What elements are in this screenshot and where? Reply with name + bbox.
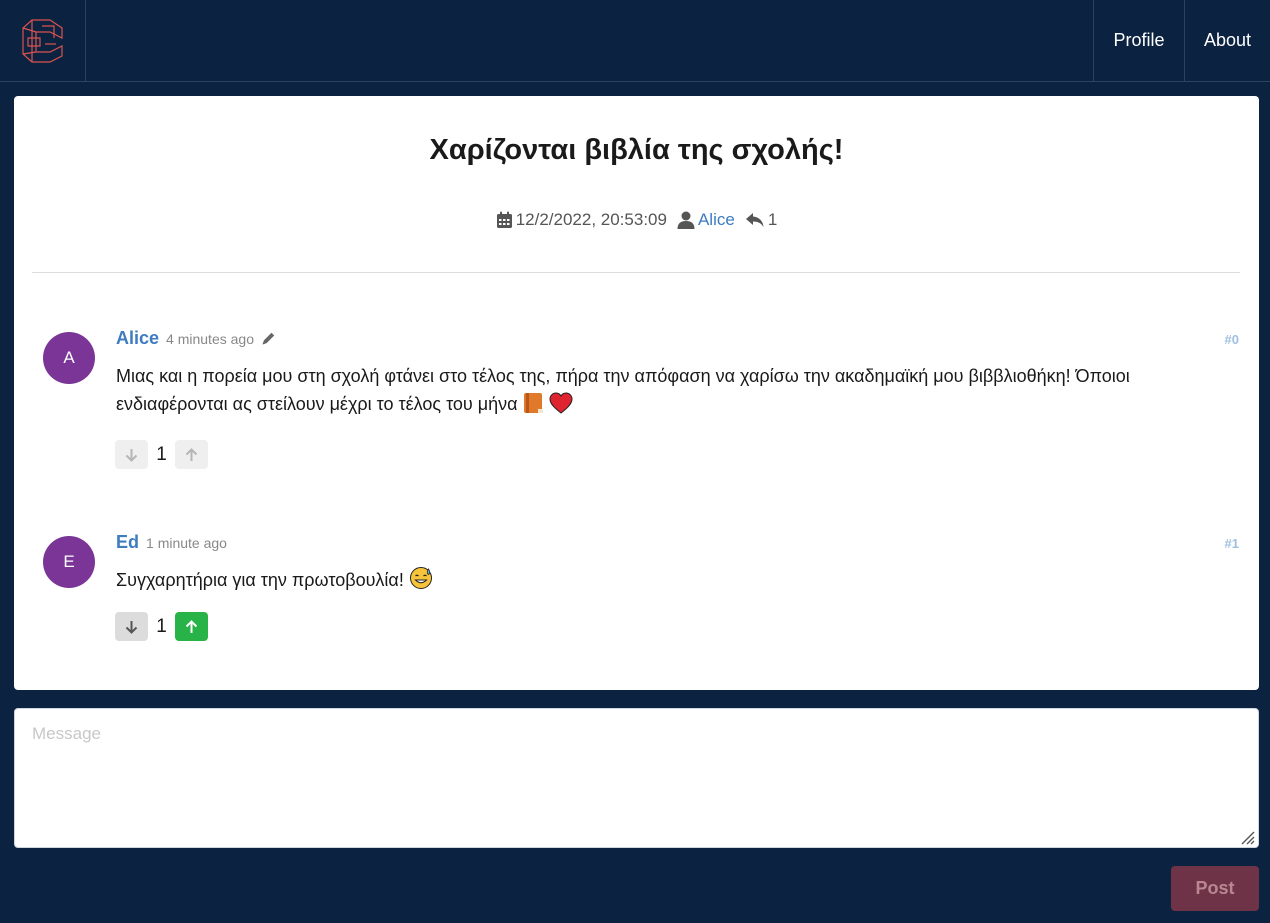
vote-score: 1	[156, 443, 167, 465]
top-nav: Profile About	[0, 0, 1270, 82]
thread-author-group: Alice	[677, 210, 735, 230]
thread-reply-count: 1	[767, 210, 778, 229]
heart-emoji	[549, 392, 573, 422]
arrow-up-icon	[185, 447, 198, 461]
reply-icon	[745, 213, 764, 227]
arrow-down-icon	[125, 620, 138, 634]
vote-score: 1	[156, 615, 167, 637]
app-logo[interactable]	[0, 0, 86, 81]
upvote-button[interactable]	[175, 612, 208, 641]
comment-author-link[interactable]: Alice	[116, 328, 159, 349]
avatar: A	[43, 332, 95, 384]
arrow-down-icon	[125, 448, 138, 462]
divider	[32, 272, 1240, 273]
nav-profile-link[interactable]: Profile	[1093, 0, 1184, 81]
logo-icon	[21, 18, 63, 63]
comment-body: Συγχαρητήρια για την πρωτοβουλία!	[116, 566, 1226, 598]
thread-date-group: 12/2/2022, 20:53:09	[496, 210, 667, 230]
comment-author-link[interactable]: Ed	[116, 532, 139, 553]
comment-timestamp: 4 minutes ago	[166, 331, 254, 347]
comment-permalink[interactable]: #0	[1225, 332, 1239, 347]
nav-about-link[interactable]: About	[1184, 0, 1270, 81]
resize-grip-icon[interactable]	[1238, 828, 1256, 846]
comment-timestamp: 1 minute ago	[146, 535, 227, 551]
calendar-icon	[496, 211, 512, 228]
thread-date: 12/2/2022, 20:53:09	[515, 210, 667, 229]
pencil-icon	[261, 331, 276, 351]
vote-controls: 1	[115, 440, 208, 469]
comment-permalink[interactable]: #1	[1225, 536, 1239, 551]
post-button[interactable]: Post	[1171, 866, 1259, 911]
comment-body: Μιας και η πορεία μου στη σχολή φτάνει σ…	[116, 362, 1226, 422]
comment-text: Συγχαρητήρια για την πρωτοβουλία!	[116, 570, 404, 590]
avatar: E	[43, 536, 95, 588]
downvote-button[interactable]	[115, 612, 148, 641]
thread-author-link[interactable]: Alice	[698, 210, 735, 230]
upvote-button[interactable]	[175, 440, 208, 469]
comment-text: Μιας και η πορεία μου στη σχολή φτάνει σ…	[116, 366, 1130, 414]
thread-meta: 12/2/2022, 20:53:09 Alice 1	[14, 210, 1259, 230]
user-icon	[677, 211, 695, 229]
arrow-up-icon	[185, 619, 198, 633]
thread-title: Χαρίζονται βιβλία της σχολής!	[429, 134, 844, 166]
downvote-button[interactable]	[115, 440, 148, 469]
thread-replies-group: 1	[745, 210, 777, 230]
message-input[interactable]	[14, 708, 1259, 848]
thread-card: Χαρίζονται βιβλία της σχολής! 12/2/2022,…	[14, 96, 1259, 690]
book-emoji	[523, 392, 544, 422]
comment-header: Ed 1 minute ago	[116, 532, 227, 553]
comment-header: Alice 4 minutes ago	[116, 328, 276, 349]
vote-controls: 1	[115, 612, 208, 641]
sweat-smile-emoji	[409, 566, 433, 598]
